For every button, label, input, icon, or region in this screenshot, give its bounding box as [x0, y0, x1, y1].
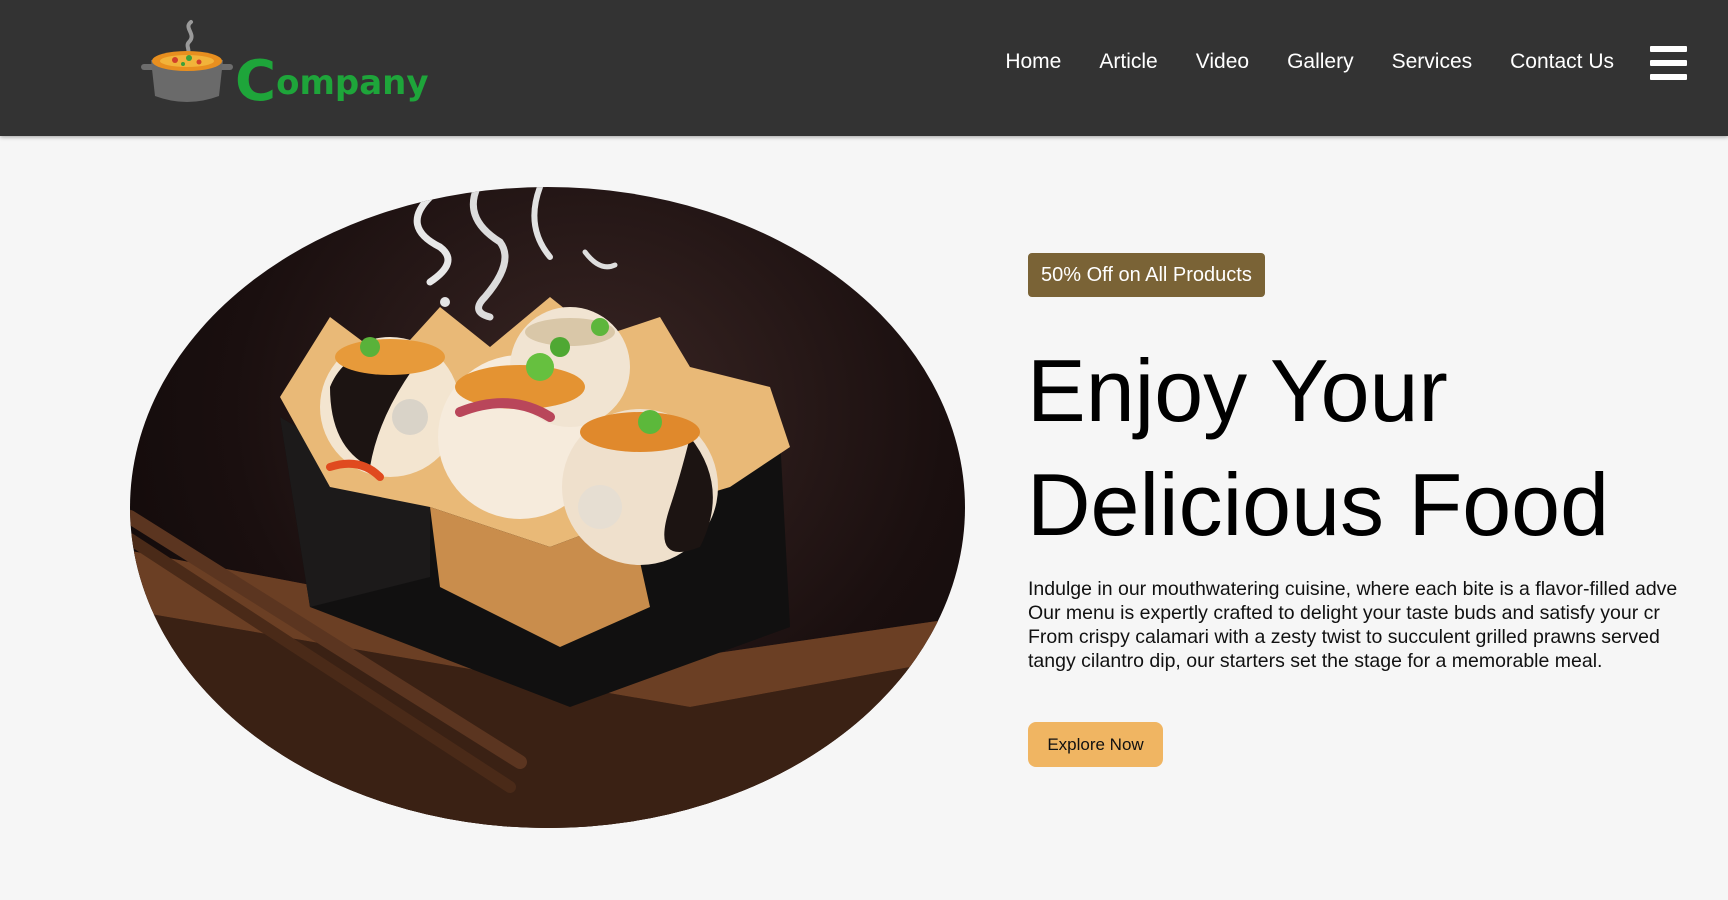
nav-article[interactable]: Article	[1099, 50, 1157, 74]
nav-video[interactable]: Video	[1196, 50, 1249, 74]
headline-line-2: Delicious Food	[1027, 455, 1610, 554]
nav-gallery[interactable]: Gallery	[1287, 50, 1354, 74]
nav-home[interactable]: Home	[1005, 50, 1061, 74]
discount-badge: 50% Off on All Products	[1028, 253, 1265, 297]
hero-food-image	[130, 187, 965, 828]
hamburger-menu-icon[interactable]	[1650, 46, 1687, 80]
cooking-pot-icon	[141, 20, 233, 102]
navbar: Company Home Article Video Gallery Servi…	[0, 0, 1728, 136]
logo[interactable]: Company	[139, 18, 429, 110]
food-illustration	[130, 187, 965, 828]
main-nav: Home Article Video Gallery Services Cont…	[1005, 50, 1614, 74]
explore-now-button[interactable]: Explore Now	[1028, 722, 1163, 767]
nav-services[interactable]: Services	[1392, 50, 1473, 74]
hero-description: Indulge in our mouthwatering cuisine, wh…	[1028, 578, 1678, 672]
headline-line-1: Enjoy Your	[1027, 341, 1448, 440]
nav-contact-us[interactable]: Contact Us	[1510, 50, 1614, 74]
hero-headline: Enjoy Your Delicious Food	[1027, 334, 1707, 562]
brand-name: Company	[235, 49, 429, 114]
